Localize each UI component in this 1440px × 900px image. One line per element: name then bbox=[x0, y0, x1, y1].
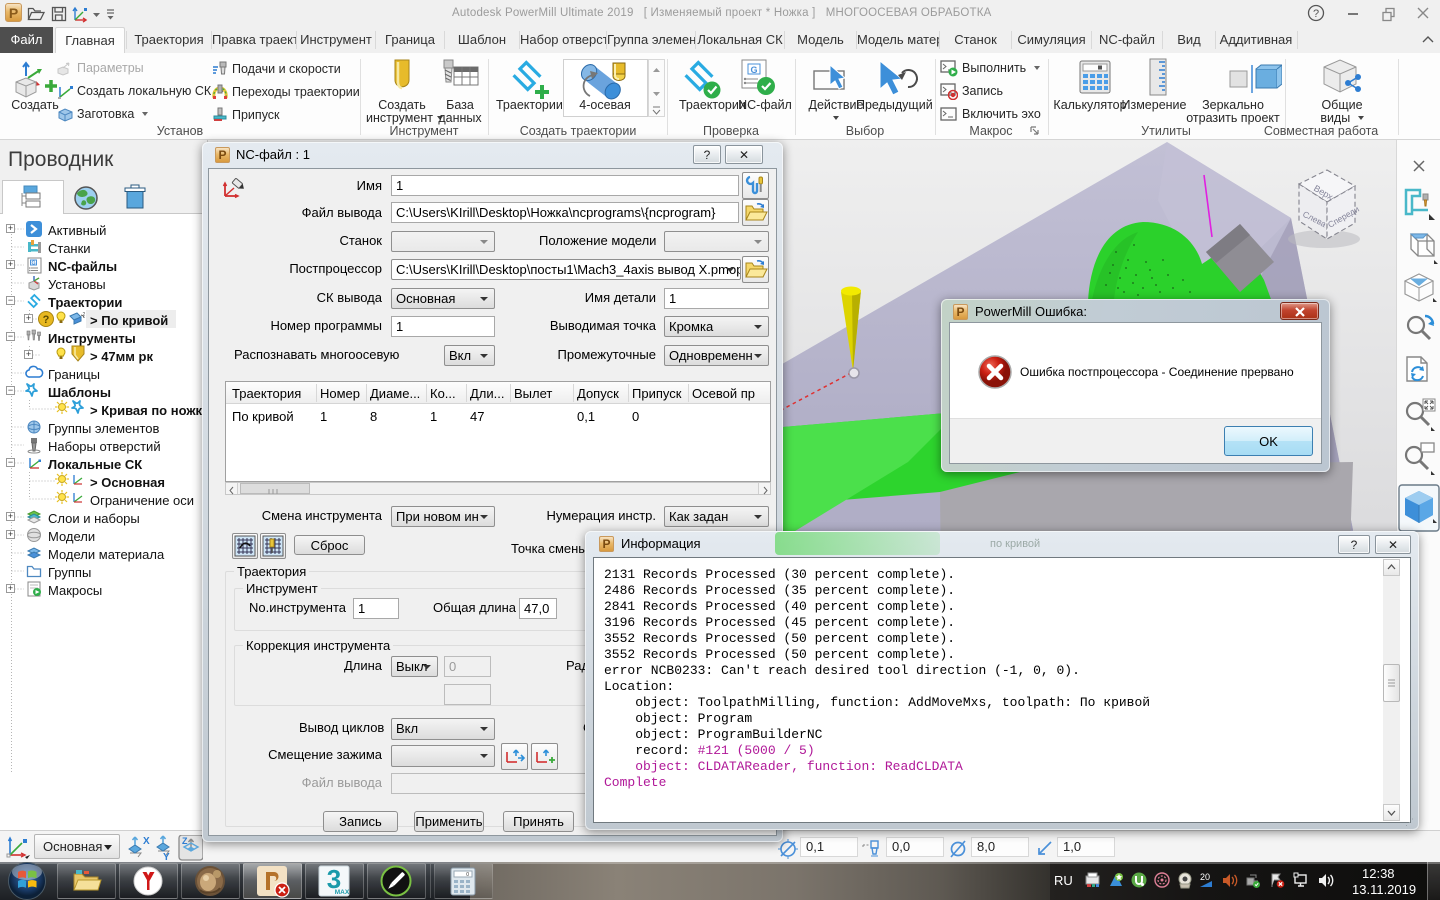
svg-text:20: 20 bbox=[1200, 872, 1210, 882]
svg-text:G: G bbox=[31, 261, 35, 267]
svg-text:G: G bbox=[750, 65, 757, 75]
svg-text:0: 0 bbox=[466, 872, 469, 878]
svg-text:?: ? bbox=[1313, 8, 1319, 20]
svg-text:?: ? bbox=[43, 314, 50, 326]
svg-text:X: X bbox=[143, 836, 150, 847]
svg-text:MAX: MAX bbox=[335, 889, 350, 896]
svg-text:Z: Z bbox=[182, 836, 188, 846]
svg-text:Y: Y bbox=[163, 852, 170, 861]
